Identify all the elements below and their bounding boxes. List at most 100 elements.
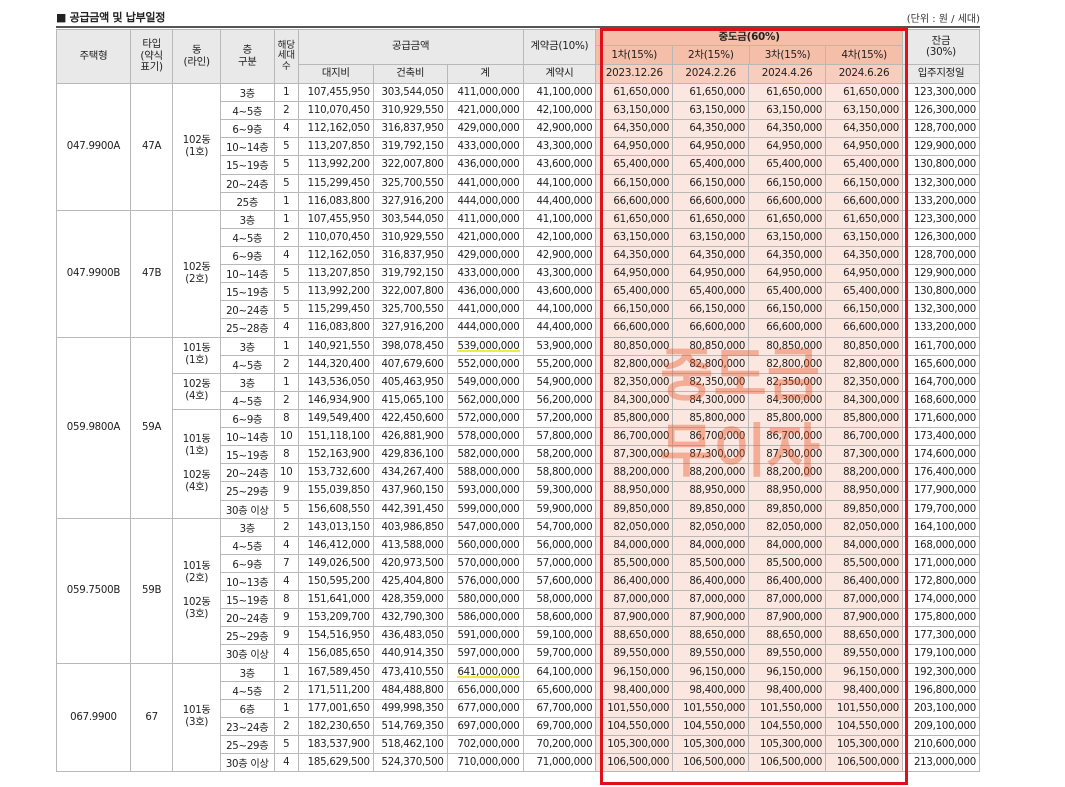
cell-building: 434,267,400 <box>372 463 448 483</box>
cell-units: 1 <box>273 191 299 211</box>
cell-land: 156,085,650 <box>297 644 374 664</box>
cell-mid-4: 66,150,000 <box>825 173 903 193</box>
cell-balance: 179,700,000 <box>901 499 981 519</box>
table-body: 047.9900A 47A 102동 (1호) 3층 1 107,455,950 303,5… <box>56 82 981 773</box>
cell-land: 115,299,450 <box>297 300 374 320</box>
cell-mid-1: 66,150,000 <box>595 300 674 320</box>
cell-units: 1 <box>273 662 299 682</box>
cell-building: 428,359,000 <box>372 590 448 610</box>
cell-typecode: 67 <box>129 662 174 773</box>
cell-mid-1: 96,150,000 <box>595 662 674 682</box>
cell-mid-4: 82,350,000 <box>825 372 903 392</box>
cell-floor: 3층 <box>219 517 275 537</box>
supply-price-table: 주택형 타입 (약식 표기) 동 (라인) 층 구분 해당 세대 수 공급금액 … <box>56 29 981 773</box>
cell-units: 4 <box>273 119 299 139</box>
cell-mid-2: 64,950,000 <box>672 264 750 284</box>
cell-mid-4: 82,050,000 <box>825 517 903 537</box>
cell-mid-3: 101,550,000 <box>748 698 827 718</box>
cell-building: 518,462,100 <box>372 734 448 755</box>
cell-floor: 6~9층 <box>219 245 275 266</box>
cell-units: 2 <box>273 227 299 247</box>
cell-units: 10 <box>273 463 299 483</box>
cell-total: 433,000,000 <box>446 264 524 284</box>
cell-building: 327,916,200 <box>372 318 448 338</box>
cell-mid-1: 65,400,000 <box>595 155 674 175</box>
cell-mid-1: 63,150,000 <box>595 227 674 247</box>
cell-mid-3: 106,500,000 <box>748 753 827 773</box>
col-units: 해당 세대 수 <box>273 29 299 84</box>
cell-floor: 10~13층 <box>219 571 275 592</box>
cell-mid-1: 87,900,000 <box>595 608 674 628</box>
cell-building: 303,544,050 <box>372 209 448 229</box>
cell-total: 552,000,000 <box>446 354 524 374</box>
cell-balance: 179,100,000 <box>901 644 981 664</box>
cell-floor: 25층 <box>219 191 275 211</box>
cell-contract: 59,100,000 <box>522 626 597 646</box>
date-4: 2024.6.26 <box>825 64 903 84</box>
cell-building: 319,792,150 <box>372 264 448 284</box>
cell-mid-3: 86,400,000 <box>748 571 827 592</box>
cell-land: 107,455,950 <box>297 209 374 229</box>
cell-total: 421,000,000 <box>446 227 524 247</box>
cell-mid-1: 86,400,000 <box>595 571 674 592</box>
cell-total: 570,000,000 <box>446 553 524 573</box>
table-row: 067.9900 67 101동 (3호) 3층 1 167,589,450 473,410… <box>56 662 981 773</box>
cell-building: 415,065,100 <box>372 390 448 410</box>
cell-typecode: 59A <box>129 336 174 519</box>
cell-total: 580,000,000 <box>446 590 524 610</box>
cell-mid-4: 66,600,000 <box>825 318 903 338</box>
cell-total: 560,000,000 <box>446 535 524 555</box>
cell-mid-4: 64,350,000 <box>825 245 903 266</box>
col-balance-sub: 입주지정일 <box>901 64 981 84</box>
cell-mid-3: 63,150,000 <box>748 101 827 121</box>
cell-mid-3: 104,550,000 <box>748 716 827 736</box>
highlighted-total: 539,000,000 <box>457 340 520 352</box>
cell-units: 2 <box>273 101 299 121</box>
cell-contract: 67,700,000 <box>522 698 597 718</box>
cell-balance: 168,000,000 <box>901 535 981 555</box>
cell-total: 656,000,000 <box>446 680 524 700</box>
cell-contract: 43,600,000 <box>522 282 597 302</box>
cell-floor: 30층 이상 <box>219 753 275 773</box>
cell-units: 9 <box>273 626 299 646</box>
cell-contract: 57,200,000 <box>522 408 597 429</box>
cell-dong: 102동 (2호) <box>172 209 221 338</box>
cell-total: 576,000,000 <box>446 571 524 592</box>
cell-floor: 4~5층 <box>219 390 275 410</box>
cell-total: 697,000,000 <box>446 716 524 736</box>
cell-building: 422,450,600 <box>372 408 448 429</box>
installment-4: 4차(15%) <box>841 49 887 61</box>
cell-total: 677,000,000 <box>446 698 524 718</box>
cell-total: 436,000,000 <box>446 282 524 302</box>
cell-contract: 57,600,000 <box>522 571 597 592</box>
cell-building: 316,837,950 <box>372 245 448 266</box>
cell-mid-3: 96,150,000 <box>748 662 827 682</box>
cell-mid-1: 105,300,000 <box>595 734 674 755</box>
cell-total: 444,000,000 <box>446 191 524 211</box>
cell-mid-2: 86,400,000 <box>672 571 750 592</box>
cell-mid-1: 61,650,000 <box>595 82 674 103</box>
cell-mid-2: 64,350,000 <box>672 119 750 139</box>
cell-mid-1: 64,350,000 <box>595 245 674 266</box>
cell-contract: 58,600,000 <box>522 608 597 628</box>
cell-contract: 69,700,000 <box>522 716 597 736</box>
cell-mid-3: 105,300,000 <box>748 734 827 755</box>
cell-type: 059.7500B <box>56 517 131 664</box>
cell-balance: 168,600,000 <box>901 390 981 410</box>
cell-mid-4: 85,800,000 <box>825 408 903 429</box>
cell-mid-4: 87,000,000 <box>825 590 903 610</box>
cell-mid-3: 82,050,000 <box>748 517 827 537</box>
table-row: 059.7500B 59B 101동 (2호) 102동 (3호) 3층 2 143,01… <box>56 517 981 664</box>
cell-dong: 101동 (2호) 102동 (3호) <box>172 517 221 664</box>
cell-building: 429,836,100 <box>372 445 448 465</box>
cell-building: 426,881,900 <box>372 427 448 447</box>
cell-mid-4: 85,500,000 <box>825 553 903 573</box>
cell-floor: 20~24층 <box>219 300 275 320</box>
cell-land: 154,516,950 <box>297 626 374 646</box>
cell-mid-4: 89,550,000 <box>825 644 903 664</box>
cell-building: 407,679,600 <box>372 354 448 374</box>
cell-floor: 15~19층 <box>219 590 275 610</box>
cell-units: 5 <box>273 264 299 284</box>
cell-balance: 130,800,000 <box>901 282 981 302</box>
cell-units: 2 <box>273 354 299 374</box>
